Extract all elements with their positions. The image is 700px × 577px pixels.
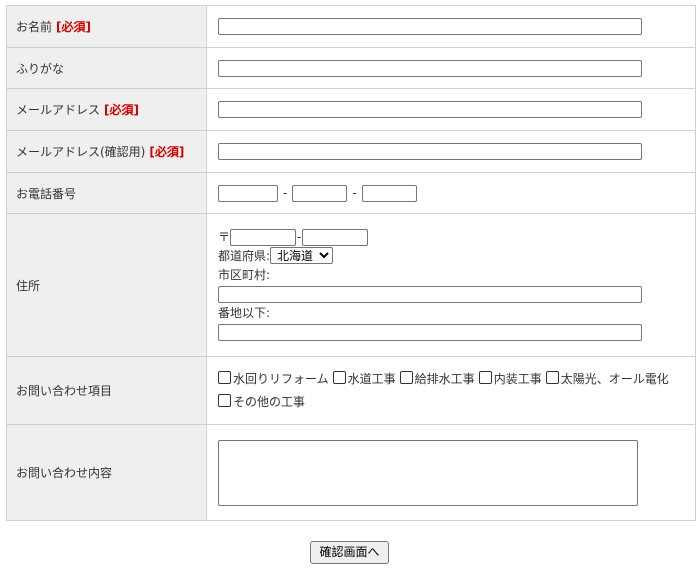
email-confirm-label-cell: メールアドレス(確認用) [必須] — [6, 130, 207, 173]
checkbox-box[interactable] — [399, 370, 413, 384]
city-label-row: 市区町村: — [218, 266, 695, 285]
address-field-cell: 〒 - 都道府県: 北海道 市区町村: 番地以下: — [206, 213, 696, 357]
row-name: お名前 [必須] — [6, 5, 696, 48]
furigana-label: ふりがな — [16, 61, 65, 76]
email-confirm-label: メールアドレス(確認用) — [16, 145, 146, 159]
name-field-cell — [206, 5, 696, 48]
phone-separator: - — [283, 186, 288, 200]
inquiry-items-label-cell: お問い合わせ項目 — [6, 356, 207, 425]
street-input-row — [218, 323, 695, 342]
row-email-confirm: メールアドレス(確認用) [必須] — [6, 130, 696, 173]
checkbox-label: 水道工事 — [347, 371, 396, 386]
checkbox-label: 水回りリフォーム — [233, 371, 329, 386]
phone-input-2[interactable] — [292, 184, 348, 202]
required-badge: [必須] — [104, 103, 139, 117]
city-label: 市区町村: — [218, 268, 271, 282]
zip-input-2[interactable] — [302, 228, 369, 246]
street-input[interactable] — [218, 323, 642, 341]
checkbox-label: その他の工事 — [233, 394, 306, 409]
inquiry-items-field-cell: 水回りリフォーム 水道工事 給排水工事 内装工事 太陽光、オール電化その他の工事 — [206, 356, 696, 425]
inquiry-content-textarea[interactable] — [218, 439, 638, 506]
email-confirm-field-cell — [206, 130, 696, 173]
checkbox-box[interactable] — [478, 370, 492, 384]
checkbox-label: 給排水工事 — [414, 371, 475, 386]
name-label: お名前 — [16, 20, 53, 34]
name-input[interactable] — [218, 18, 642, 35]
checkbox-label: 内装工事 — [493, 371, 542, 386]
phone-label-cell: お電話番号 — [6, 172, 207, 214]
inquiry-content-label-cell: お問い合わせ内容 — [6, 424, 207, 521]
row-inquiry-content: お問い合わせ内容 — [6, 424, 696, 521]
prefecture-select[interactable]: 北海道 — [270, 247, 334, 264]
email-confirm-input[interactable] — [218, 143, 642, 160]
required-badge: [必須] — [149, 145, 185, 159]
street-label-row: 番地以下: — [218, 304, 695, 323]
prefecture-label: 都道府県: — [218, 249, 271, 263]
furigana-input[interactable] — [218, 59, 642, 77]
checkbox-water-reform[interactable]: 水回りリフォーム — [218, 368, 329, 391]
postal-mark: 〒 — [218, 230, 231, 244]
email-input[interactable] — [218, 101, 642, 118]
checkbox-other[interactable]: その他の工事 — [218, 391, 305, 414]
row-phone: お電話番号 -- — [6, 172, 696, 214]
checkbox-box[interactable] — [218, 393, 231, 407]
inquiry-items-label: お問い合わせ項目 — [16, 384, 113, 398]
checkbox-box[interactable] — [332, 370, 346, 384]
checkbox-water-works[interactable]: 水道工事 — [332, 368, 396, 391]
phone-input-3[interactable] — [361, 184, 417, 202]
city-input-row — [218, 285, 695, 304]
contact-form-table: お名前 [必須] ふりがな メールアドレス [必須] メールアドレス(確認用) [必須… — [6, 5, 696, 521]
address-label-cell: 住所 — [6, 213, 207, 357]
zip-row: 〒 - — [218, 228, 695, 247]
checkbox-box[interactable] — [218, 370, 231, 384]
zip-input-1[interactable] — [230, 228, 297, 246]
textarea-wrap — [218, 439, 640, 506]
furigana-field-cell — [206, 47, 696, 89]
city-input[interactable] — [218, 285, 642, 303]
checkbox-interior[interactable]: 内装工事 — [478, 368, 542, 391]
email-field-cell — [206, 88, 696, 131]
row-address: 住所 〒 - 都道府県: 北海道 市区町村: 番地以下: — [6, 213, 696, 357]
email-label-cell: メールアドレス [必須] — [6, 88, 207, 131]
required-badge: [必須] — [56, 20, 91, 34]
address-label: 住所 — [16, 278, 41, 293]
checkbox-label: 太陽光、オール電化 — [560, 371, 669, 386]
inquiry-content-field-cell — [206, 424, 696, 521]
zip-separator: - — [297, 230, 302, 244]
name-label-cell: お名前 [必須] — [6, 5, 207, 48]
confirm-button[interactable]: 確認画面へ — [310, 541, 389, 564]
street-label: 番地以下: — [218, 306, 271, 320]
row-furigana: ふりがな — [6, 47, 696, 89]
checkbox-box[interactable] — [545, 370, 559, 384]
row-inquiry-items: お問い合わせ項目 水回りリフォーム 水道工事 給排水工事 内装工事 太陽光、オール電化そ… — [6, 356, 696, 425]
phone-separator: - — [352, 186, 357, 200]
furigana-label-cell: ふりがな — [6, 47, 207, 89]
phone-label: お電話番号 — [16, 186, 77, 201]
phone-field-cell: -- — [206, 172, 696, 214]
prefecture-row: 都道府県: 北海道 — [218, 247, 695, 266]
row-email: メールアドレス [必須] — [6, 88, 696, 131]
email-label: メールアドレス — [16, 103, 101, 117]
checkbox-plumbing[interactable]: 給排水工事 — [399, 368, 475, 391]
checkbox-solar[interactable]: 太陽光、オール電化 — [545, 368, 669, 391]
phone-input-1[interactable] — [218, 184, 278, 202]
inquiry-content-label: お問い合わせ内容 — [16, 466, 113, 480]
